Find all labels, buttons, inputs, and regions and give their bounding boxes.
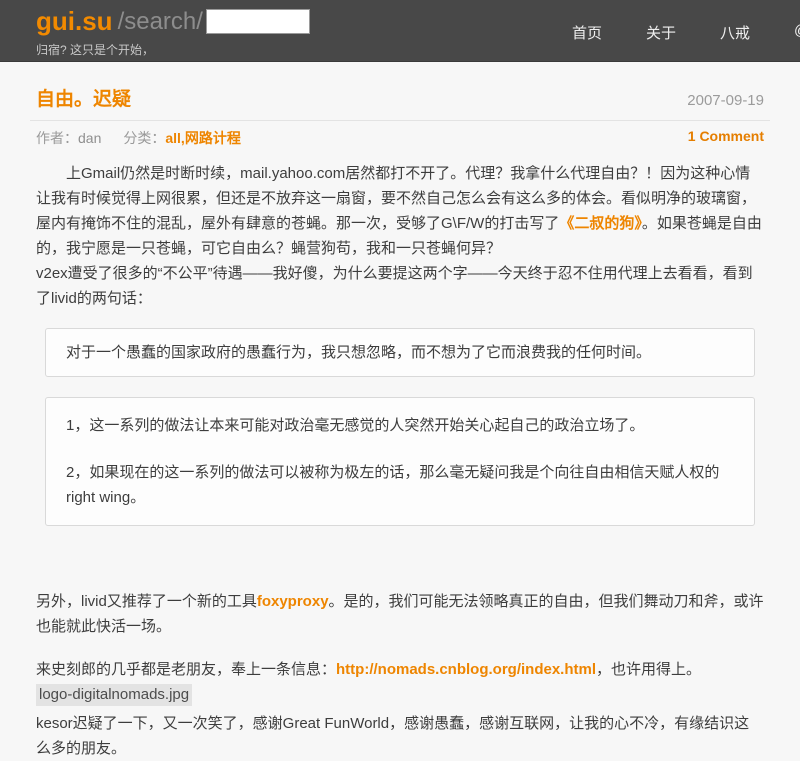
broken-image-alt-line: logo-digitalnomads.jpg	[36, 682, 764, 707]
nav-item-bajie[interactable]: 八戒	[720, 22, 750, 43]
quote-item-2: 2，如果现在的这一系列的做法可以被称为极左的话，那么毫无疑问我是个向往自由相信天…	[66, 460, 734, 510]
nav-item-home[interactable]: 首页	[572, 22, 602, 43]
comments-link[interactable]: 1 Comment	[688, 128, 764, 148]
nav-item-about[interactable]: 关于	[646, 22, 676, 43]
paragraph-5: kesor迟疑了一下，又一次笑了，感谢Great FunWorld，感谢愚蠢，感…	[36, 711, 764, 761]
author-label: 作者：	[36, 130, 78, 146]
search-path-label: /search/	[118, 8, 203, 36]
post-meta: 作者：dan 分类：all,网路计程	[36, 128, 241, 148]
paragraph-3: 另外，livid又推荐了一个新的工具foxyproxy。是的，我们可能无法领略真…	[36, 589, 764, 639]
category-links[interactable]: all,网路计程	[165, 130, 240, 146]
paragraph-4: 来史刻郎的几乎都是老朋友，奉上一条信息：http://nomads.cnblog…	[36, 657, 764, 682]
logo-row: gui.su /search/	[36, 6, 310, 37]
category-label: 分类：	[123, 130, 165, 146]
quote-text: 对于一个愚蠢的国家政府的愚蠢行为，我只想忽略，而不想为了它而浪费我的任何时间。	[66, 340, 734, 365]
text-segment: 来史刻郎的几乎都是老朋友，奉上一条信息：	[36, 661, 336, 678]
text-segment: 另外，livid又推荐了一个新的工具	[36, 593, 257, 610]
nav-item-at[interactable]: @	[794, 22, 800, 43]
main-nav: 首页 关于 八戒 @	[572, 22, 800, 43]
inline-link[interactable]: 《二叔的狗》	[559, 215, 642, 232]
inline-link[interactable]: foxyproxy	[257, 593, 329, 610]
site-tagline: 归宿? 这只是个开始，	[36, 41, 154, 58]
author-name: dan	[78, 130, 101, 146]
quote-item-1: 1，这一系列的做法让本来可能对政治毫无感觉的人突然开始关心起自己的政治立场了。	[66, 413, 734, 438]
text-segment: ，也许用得上。	[596, 661, 701, 678]
paragraph-2: v2ex遭受了很多的“不公平”待遇——我好傻，为什么要提这两个字——今天终于忍不…	[36, 261, 764, 311]
blockquote-2: 1，这一系列的做法让本来可能对政治毫无感觉的人突然开始关心起自己的政治立场了。 …	[45, 397, 755, 526]
post-body: 上Gmail仍然是时断时续，mail.yahoo.com居然都打不开了。代理？我…	[36, 161, 764, 761]
search-input[interactable]	[206, 9, 310, 34]
site-logo[interactable]: gui.su	[36, 6, 113, 37]
site-header: gui.su /search/ 归宿? 这只是个开始， 首页 关于 八戒 @	[0, 0, 800, 62]
paragraph-1: 上Gmail仍然是时断时续，mail.yahoo.com居然都打不开了。代理？我…	[36, 161, 764, 261]
post-header: 自由。迟疑 2007-09-19 作者：dan 分类：all,网路计程 1 Com…	[30, 62, 770, 148]
blockquote-1: 对于一个愚蠢的国家政府的愚蠢行为，我只想忽略，而不想为了它而浪费我的任何时间。	[45, 328, 755, 377]
title-row: 自由。迟疑 2007-09-19	[30, 84, 770, 121]
post-title-link[interactable]: 自由。迟疑	[36, 84, 131, 111]
inline-link[interactable]: http://nomads.cnblog.org/index.html	[336, 661, 596, 678]
post-meta-row: 作者：dan 分类：all,网路计程 1 Comment	[30, 121, 770, 148]
broken-image-alt: logo-digitalnomads.jpg	[36, 684, 192, 706]
post-date: 2007-09-19	[687, 92, 764, 109]
